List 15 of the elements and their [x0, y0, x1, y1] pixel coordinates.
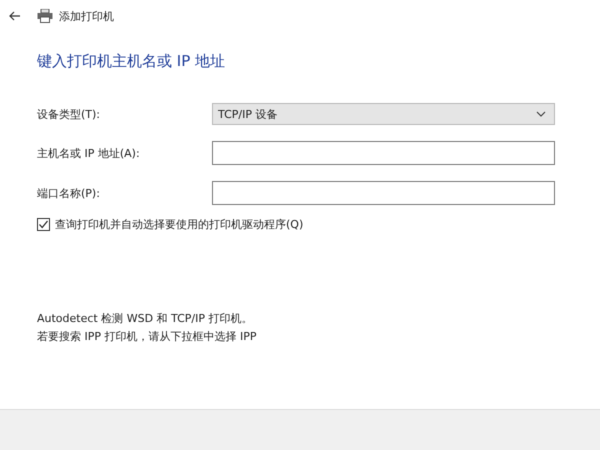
chevron-icon	[536, 111, 546, 117]
input-field[interactable]	[212, 181, 555, 205]
device-type-dropdown[interactable]: TCP/IP 设备	[212, 103, 555, 125]
info-text: Autodetect 检测 WSD 和 TCP/IP 打印机。	[37, 311, 254, 327]
field-label: 设备类型(T):	[37, 106, 102, 122]
checkbox[interactable]	[37, 218, 50, 231]
back-icon[interactable]	[9, 11, 21, 21]
info-text: 若要搜索 IPP 打印机，请从下拉框中选择 IPP	[37, 329, 258, 345]
field-label: 主机名或 IP 地址(A):	[37, 146, 141, 160]
window-title: 添加打印机	[59, 8, 114, 24]
page-heading: 键入打印机主机名或 IP 地址	[37, 52, 226, 71]
checkbox-label: 查询打印机并自动选择要使用的打印机驱动程序(Q)	[55, 217, 304, 232]
input-field[interactable]	[212, 141, 555, 165]
field-label: 端口名称(P):	[37, 186, 101, 200]
printer-icon	[37, 9, 53, 23]
